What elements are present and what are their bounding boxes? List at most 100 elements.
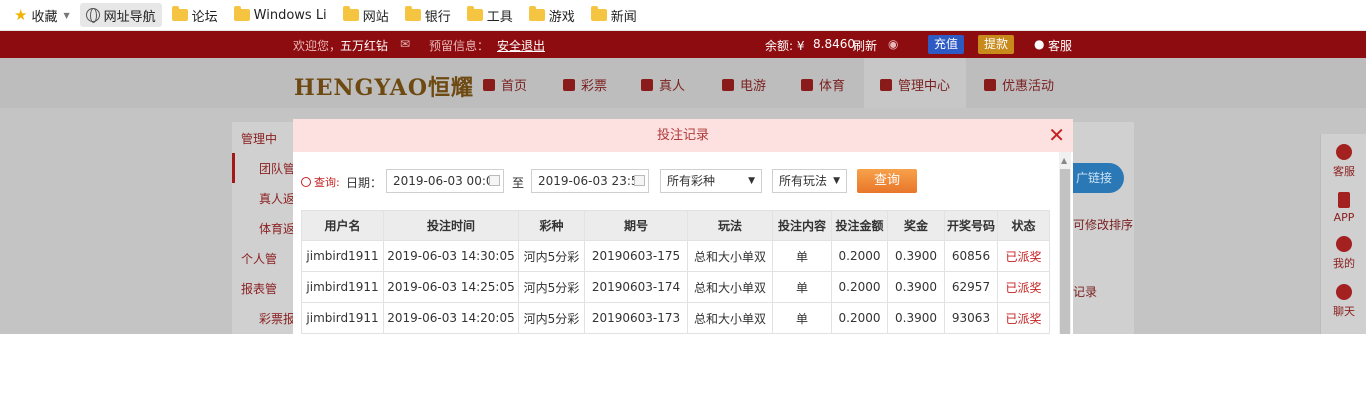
profile-button[interactable]: 我的 bbox=[1321, 236, 1366, 271]
cell-draw-number: 93063 bbox=[944, 302, 998, 334]
chat-button[interactable]: 聊天 bbox=[1321, 284, 1366, 319]
start-date-input[interactable]: 2019-06-03 00:0 bbox=[386, 169, 504, 193]
panel-label: 聊天 bbox=[1333, 305, 1355, 318]
page: ★ 收藏 ▼ 网址导航 论坛 Windows Li 网站 银行 工具 游戏 新闻… bbox=[0, 0, 1366, 407]
play-select-value: 所有玩法 bbox=[779, 174, 828, 188]
end-date-input[interactable]: 2019-06-03 23:5 bbox=[531, 169, 649, 193]
column-header: 彩种 bbox=[518, 210, 585, 241]
eye-icon[interactable]: ◉ bbox=[888, 37, 898, 51]
calendar-icon bbox=[489, 175, 500, 186]
column-header: 状态 bbox=[997, 210, 1050, 241]
panel-label: APP bbox=[1333, 211, 1355, 224]
bet-records-modal: 投注记录 ✕ 查询: 日期： 2019-06-03 00:0 至 2019-06… bbox=[293, 119, 1073, 334]
search-icon bbox=[301, 177, 311, 187]
lottery-type-select[interactable]: 所有彩种 ▼ bbox=[660, 169, 762, 193]
balance-value: 8.8460 bbox=[813, 37, 855, 51]
sidebar-item[interactable]: 个人管 bbox=[241, 250, 277, 267]
gift-icon bbox=[984, 78, 996, 91]
nav-home[interactable]: 首页 bbox=[483, 75, 527, 94]
nav-label: 优惠活动 bbox=[1002, 79, 1055, 94]
nav-management[interactable]: 管理中心 bbox=[880, 75, 950, 94]
nav-promotions[interactable]: 优惠活动 bbox=[984, 75, 1054, 94]
user-icon bbox=[1336, 236, 1352, 252]
sidebar-item[interactable]: 团队管 bbox=[259, 160, 295, 177]
bookmark-folder[interactable]: 银行 bbox=[399, 3, 457, 27]
chat-icon bbox=[1336, 284, 1352, 300]
date-label: 日期： bbox=[346, 176, 383, 190]
cell-play: 总和大小单双 bbox=[687, 302, 773, 334]
calendar-icon bbox=[634, 175, 645, 186]
column-header: 期号 bbox=[584, 210, 688, 241]
start-date-value: 2019-06-03 00:0 bbox=[393, 174, 494, 188]
modal-title: 投注记录 bbox=[293, 119, 1073, 152]
scroll-up-icon[interactable]: ▲ bbox=[1061, 156, 1067, 165]
cell-content: 单 bbox=[772, 271, 832, 303]
modal-scrollbar[interactable]: ▲ bbox=[1059, 152, 1071, 334]
promo-link-button[interactable]: 广链接 bbox=[1072, 163, 1124, 193]
close-icon[interactable]: ✕ bbox=[1048, 124, 1065, 146]
bookmark-folder[interactable]: 工具 bbox=[461, 3, 519, 27]
nav-label: 真人 bbox=[659, 79, 686, 94]
cell-username: jimbird1911 bbox=[301, 302, 384, 334]
sidebar-item[interactable]: 体育返 bbox=[259, 220, 295, 237]
sidebar-item[interactable]: 真人返 bbox=[259, 190, 295, 207]
home-icon bbox=[483, 78, 495, 91]
refresh-link[interactable]: 刷新 bbox=[853, 37, 877, 54]
cell-draw-number: 62957 bbox=[944, 271, 998, 303]
cell-lottery: 河内5分彩 bbox=[518, 302, 585, 334]
service-link[interactable]: 客服 bbox=[1048, 37, 1072, 54]
bookmark-nav[interactable]: 网址导航 bbox=[79, 3, 162, 27]
search-button[interactable]: 查询 bbox=[857, 169, 917, 193]
nav-sports[interactable]: 体育 bbox=[801, 75, 845, 94]
column-header: 投注内容 bbox=[772, 210, 832, 241]
folder-icon bbox=[590, 6, 607, 21]
nav-lottery[interactable]: 彩票 bbox=[563, 75, 607, 94]
bookmark-folder[interactable]: 网站 bbox=[337, 3, 395, 27]
nav-label: 彩票 bbox=[581, 79, 608, 94]
site-logo[interactable]: HENGYAO恒耀 bbox=[294, 70, 474, 102]
floating-panel: 客服 APP 我的 聊天 bbox=[1320, 134, 1366, 334]
play-type-select[interactable]: 所有玩法 ▼ bbox=[772, 169, 847, 193]
folder-icon bbox=[171, 6, 188, 21]
bookmarks-bar: ★ 收藏 ▼ 网址导航 论坛 Windows Li 网站 银行 工具 游戏 新闻 bbox=[0, 0, 1366, 31]
nav-slots[interactable]: 电游 bbox=[722, 75, 766, 94]
favorites-button[interactable]: ★ 收藏 ▼ bbox=[8, 3, 76, 27]
support-button[interactable]: 客服 bbox=[1321, 144, 1366, 179]
nav-live[interactable]: 真人 bbox=[641, 75, 685, 94]
bookmark-label: 游戏 bbox=[548, 9, 575, 25]
bookmark-folder[interactable]: 论坛 bbox=[166, 3, 224, 27]
folder-icon bbox=[233, 6, 250, 21]
column-header: 开奖号码 bbox=[944, 210, 998, 241]
cell-prize: 0.3900 bbox=[887, 240, 945, 272]
deposit-button[interactable]: 充值 bbox=[928, 35, 965, 54]
folder-icon bbox=[342, 6, 359, 21]
table-row: jimbird1911 2019-06-03 14:20:05 河内5分彩 20… bbox=[301, 302, 1050, 334]
folder-icon bbox=[528, 6, 545, 21]
cell-prize: 0.3900 bbox=[887, 271, 945, 303]
cell-bet-time: 2019-06-03 14:20:05 bbox=[383, 302, 519, 334]
bookmark-folder[interactable]: Windows Li bbox=[228, 3, 333, 27]
mail-icon[interactable]: ✉ bbox=[400, 37, 410, 51]
sidebar-item[interactable]: 彩票报 bbox=[259, 310, 295, 327]
bookmark-folder[interactable]: 新闻 bbox=[585, 3, 643, 27]
cell-status: 已派奖 bbox=[997, 302, 1050, 334]
cell-bet-time: 2019-06-03 14:25:05 bbox=[383, 271, 519, 303]
nav-label: 体育 bbox=[819, 79, 846, 94]
trophy-icon bbox=[801, 78, 813, 91]
record-text: 记录 bbox=[1073, 285, 1098, 299]
app-button[interactable]: APP bbox=[1321, 192, 1366, 224]
cell-bet-time: 2019-06-03 14:30:05 bbox=[383, 240, 519, 272]
cell-amount: 0.2000 bbox=[831, 271, 888, 303]
query-text: 查询: bbox=[314, 176, 340, 189]
folder-icon bbox=[466, 6, 483, 21]
sidebar-item[interactable]: 报表管 bbox=[241, 280, 277, 297]
bookmark-folder[interactable]: 游戏 bbox=[523, 3, 581, 27]
scrollbar-thumb[interactable] bbox=[1060, 169, 1070, 334]
withdraw-button[interactable]: 提款 bbox=[978, 35, 1015, 54]
to-label: 至 bbox=[512, 176, 525, 190]
balance-label: 余额: ¥ bbox=[765, 39, 805, 53]
sidebar-item[interactable]: 管理中 bbox=[241, 130, 277, 147]
logout-link[interactable]: 安全退出 bbox=[497, 37, 545, 54]
cell-prize: 0.3900 bbox=[887, 302, 945, 334]
nav-label: 首页 bbox=[501, 79, 528, 94]
